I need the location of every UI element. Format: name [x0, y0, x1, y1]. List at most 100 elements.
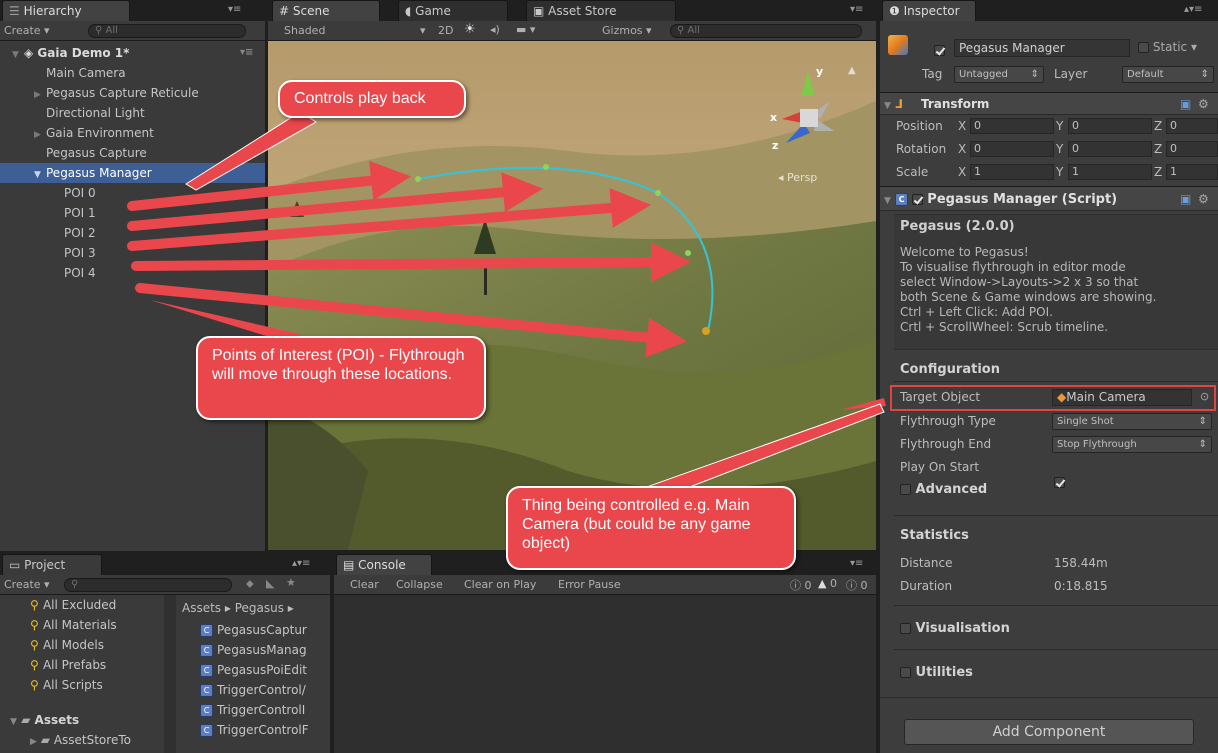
hierarchy-search-input[interactable]: ⚲ All: [88, 24, 246, 38]
script-file-item[interactable]: C TriggerControl/: [200, 683, 328, 697]
advanced-foldout[interactable]: Advanced: [900, 482, 987, 497]
script-file-item[interactable]: C PegasusPoiEdit: [200, 663, 328, 677]
project-search-input[interactable]: ⚲: [64, 578, 232, 592]
filter-type-icon[interactable]: ⬥: [246, 577, 254, 591]
script-enabled-checkbox[interactable]: [912, 194, 924, 205]
tab-console[interactable]: ▤ Console: [336, 554, 432, 575]
favorite-item[interactable]: ⚲ All Prefabs: [30, 655, 106, 675]
scene-search-input[interactable]: ⚲ All: [670, 24, 862, 38]
gizmos-dropdown[interactable]: Gizmos ▾: [602, 24, 652, 37]
tab-game[interactable]: ◖ Game: [398, 0, 508, 21]
star-icon[interactable]: ★: [286, 576, 296, 589]
favorite-item[interactable]: ⚲ All Models: [30, 635, 104, 655]
transform-z-field[interactable]: 1: [1166, 164, 1218, 180]
favorite-item[interactable]: ⚲ All Scripts: [30, 675, 103, 695]
sun-icon[interactable]: ☀: [464, 22, 476, 37]
console-tab-menu[interactable]: ▾≡: [850, 558, 863, 569]
transform-x-field[interactable]: 0: [970, 118, 1054, 134]
script-header[interactable]: ▼ C Pegasus Manager (Script) ▣ ⚙: [880, 186, 1218, 211]
hierarchy-item-poi-1[interactable]: POI 1: [0, 203, 265, 223]
chevron-down-icon[interactable]: ▼: [884, 101, 891, 111]
script-file-item[interactable]: C TriggerControlI: [200, 703, 328, 717]
project-breadcrumb[interactable]: Assets ▸ Pegasus ▸: [182, 601, 328, 615]
script-file-item[interactable]: C PegasusManag: [200, 643, 328, 657]
hierarchy-tab-menu[interactable]: ▾≡: [228, 4, 241, 15]
transform-x-field[interactable]: 0: [970, 141, 1054, 157]
chevron-right-icon[interactable]: ▶: [34, 125, 46, 145]
chevron-right-icon[interactable]: ▶: [34, 85, 46, 105]
scene-gizmo[interactable]: y x z: [768, 61, 848, 161]
hierarchy-item-poi-0[interactable]: POI 0: [0, 183, 265, 203]
hierarchy-item-gaia-environment[interactable]: ▶ Gaia Environment: [0, 123, 265, 143]
layer-dropdown[interactable]: Default ⇕: [1122, 66, 1214, 83]
console-warning-toggle[interactable]: ▲ 0: [818, 577, 837, 590]
project-splitter[interactable]: [164, 595, 176, 753]
hierarchy-item-pegasus-capture[interactable]: Pegasus Capture: [0, 143, 265, 163]
hierarchy-item-poi-2[interactable]: POI 2: [0, 223, 265, 243]
tab-hierarchy[interactable]: ☰ Hierarchy: [2, 0, 130, 21]
favorite-item[interactable]: ⚲ All Excluded: [30, 595, 116, 615]
static-toggle[interactable]: Static ▾: [1138, 40, 1197, 54]
help-icon[interactable]: ▣: [1180, 187, 1191, 211]
transform-y-field[interactable]: 0: [1068, 118, 1152, 134]
hierarchy-item-directional-light[interactable]: Directional Light: [0, 103, 265, 123]
transform-y-field[interactable]: 0: [1068, 141, 1152, 157]
console-collapse-button[interactable]: Collapse: [396, 578, 443, 591]
hierarchy-item-pegasus-manager[interactable]: ▼ Pegasus Manager: [0, 163, 265, 183]
asset-store-folder[interactable]: ▶ ▰ AssetStoreTo: [30, 733, 162, 747]
tab-asset-store[interactable]: ▣ Asset Store: [526, 0, 676, 21]
gear-icon[interactable]: ⚙: [1198, 187, 1209, 211]
assets-root[interactable]: ▼ ▰ Assets: [10, 713, 79, 727]
console-info-toggle[interactable]: ⓘ 0: [790, 577, 812, 593]
persp-label[interactable]: ◂ Persp: [778, 171, 817, 184]
visualisation-foldout[interactable]: Visualisation: [900, 621, 1010, 636]
static-checkbox[interactable]: [1138, 42, 1149, 53]
transform-x-field[interactable]: 1: [970, 164, 1054, 180]
chevron-right-icon[interactable]: ▶: [30, 737, 37, 747]
object-picker-icon[interactable]: ⊙: [1200, 390, 1209, 403]
active-checkbox[interactable]: [934, 45, 945, 56]
chevron-down-icon[interactable]: ▼: [884, 196, 891, 206]
flythrough-type-dropdown[interactable]: Single Shot ⇕: [1052, 413, 1212, 430]
hierarchy-item-main-camera[interactable]: Main Camera: [0, 63, 265, 83]
target-object-field[interactable]: ◆Main Camera: [1052, 389, 1192, 406]
favorite-item[interactable]: ⚲ All Materials: [30, 615, 117, 635]
play-on-start-checkbox[interactable]: [1054, 477, 1065, 488]
tab-project[interactable]: ▭ Project: [2, 554, 102, 575]
console-clear-button[interactable]: Clear: [350, 578, 379, 591]
transform-header[interactable]: ▼ ⅃ Transform ▣ ⚙: [880, 92, 1218, 115]
scene-root[interactable]: ▼ ◈ Gaia Demo 1* ▾≡: [0, 43, 265, 63]
scene-menu-icon[interactable]: ▾≡: [240, 43, 253, 63]
transform-z-field[interactable]: 0: [1166, 118, 1218, 134]
hierarchy-create-button[interactable]: Create ▾: [4, 24, 50, 37]
transform-y-field[interactable]: 1: [1068, 164, 1152, 180]
shading-dropdown-arrow[interactable]: ▾: [420, 24, 426, 37]
utilities-foldout[interactable]: Utilities: [900, 665, 973, 680]
inspector-lock-icon[interactable]: ▴▾≡: [1184, 4, 1202, 15]
hierarchy-item-poi-3[interactable]: POI 3: [0, 243, 265, 263]
console-error-toggle[interactable]: ⓘ 0: [846, 577, 868, 593]
advanced-checkbox[interactable]: [900, 484, 911, 495]
label-icon[interactable]: ◣: [266, 577, 274, 590]
gear-icon[interactable]: ⚙: [1198, 93, 1209, 115]
lock-icon[interactable]: ▲: [848, 65, 856, 76]
help-icon[interactable]: ▣: [1180, 93, 1191, 115]
chevron-down-icon[interactable]: ▼: [34, 165, 46, 185]
shading-mode-dropdown[interactable]: Shaded: [284, 24, 325, 37]
object-name-field[interactable]: Pegasus Manager: [954, 39, 1130, 57]
project-tab-menu[interactable]: ▴▾≡: [292, 558, 310, 569]
chevron-down-icon[interactable]: ▼: [10, 717, 17, 727]
script-file-item[interactable]: C PegasusCaptur: [200, 623, 328, 637]
flythrough-end-dropdown[interactable]: Stop Flythrough ⇕: [1052, 436, 1212, 453]
tab-scene[interactable]: # Scene: [272, 0, 380, 21]
project-create-button[interactable]: Create ▾: [4, 578, 50, 591]
audio-icon[interactable]: ◂): [490, 23, 500, 36]
add-component-button[interactable]: Add Component: [904, 719, 1194, 745]
hierarchy-item-poi-4[interactable]: POI 4: [0, 263, 265, 283]
utilities-checkbox[interactable]: [900, 667, 911, 678]
mode-2d-toggle[interactable]: 2D: [438, 24, 453, 37]
script-file-item[interactable]: C TriggerControlF: [200, 723, 328, 737]
tag-dropdown[interactable]: Untagged ⇕: [954, 66, 1044, 83]
hierarchy-item-capture-reticule[interactable]: ▶ Pegasus Capture Reticule: [0, 83, 265, 103]
tab-inspector[interactable]: ❶ Inspector: [882, 0, 976, 21]
